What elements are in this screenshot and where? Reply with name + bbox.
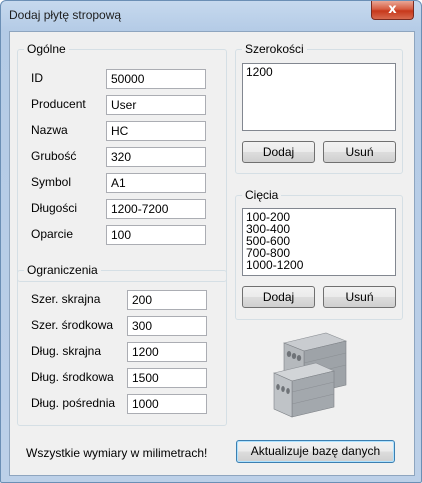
limits-group: Ograniczenia Szer. skrajna 200 Szer. śro… (17, 263, 227, 426)
cuts-add-button[interactable]: Dodaj (242, 286, 315, 308)
symbol-label: Symbol (31, 175, 72, 189)
hollow-core-slab-image (273, 332, 347, 418)
cuts-group: Cięcia 100-200 300-400 500-600 700-800 1… (235, 188, 403, 320)
id-label: ID (31, 71, 43, 85)
edge-width-field[interactable]: 200 (127, 290, 207, 310)
producer-field[interactable]: User (106, 95, 206, 115)
id-field[interactable]: 50000 (106, 69, 206, 89)
producer-label: Producent (31, 97, 86, 111)
middle-length-field[interactable]: 1500 (127, 368, 207, 388)
units-note: Wszystkie wymiary w milimetrach! (26, 446, 208, 460)
widths-add-button[interactable]: Dodaj (242, 141, 315, 163)
thickness-label: Grubość (31, 149, 77, 163)
edge-length-field[interactable]: 1200 (127, 342, 207, 362)
edge-width-label: Szer. skrajna (31, 292, 101, 306)
middle-width-field[interactable]: 300 (127, 316, 207, 336)
thickness-field[interactable]: 320 (106, 147, 206, 167)
support-label: Oparcie (31, 227, 74, 241)
intermediate-length-field[interactable]: 1000 (127, 394, 207, 414)
widths-group: Szerokości 1200 Dodaj Usuń (235, 42, 403, 174)
window-title: Dodaj płytę stropową (9, 8, 122, 22)
cuts-group-title: Cięcia (242, 188, 282, 202)
limits-group-title: Ograniczenia (24, 263, 101, 277)
name-field[interactable]: HC (106, 121, 206, 141)
edge-length-label: Dług. skrajna (31, 344, 102, 358)
general-group: Ogólne ID 50000 Producent User Nazwa HC … (17, 42, 227, 282)
widths-group-title: Szerokości (242, 42, 307, 56)
name-label: Nazwa (31, 123, 68, 137)
lengths-field[interactable]: 1200-7200 (106, 199, 206, 219)
dialog-body: Ogólne ID 50000 Producent User Nazwa HC … (9, 31, 415, 476)
title-bar: Dodaj płytę stropową x (1, 1, 421, 29)
general-group-title: Ogólne (24, 42, 69, 56)
support-field[interactable]: 100 (106, 225, 206, 245)
widths-remove-button[interactable]: Usuń (323, 141, 396, 163)
symbol-field[interactable]: A1 (106, 173, 206, 193)
intermediate-length-label: Dług. pośrednia (31, 396, 116, 410)
middle-width-label: Szer. środkowa (31, 318, 114, 332)
update-database-button[interactable]: Aktualizuje bazę danych (236, 440, 395, 463)
close-button[interactable]: x (371, 1, 414, 20)
list-item[interactable]: 1200 (246, 66, 392, 78)
cuts-list[interactable]: 100-200 300-400 500-600 700-800 1000-120… (242, 208, 396, 276)
list-item[interactable]: 1000-1200 (246, 259, 392, 271)
dialog-window: Dodaj płytę stropową x Ogólne ID 50000 P… (0, 0, 422, 483)
widths-list[interactable]: 1200 (242, 63, 396, 131)
middle-length-label: Dług. środkowa (31, 370, 114, 384)
cuts-remove-button[interactable]: Usuń (323, 286, 396, 308)
lengths-label: Długości (31, 201, 78, 215)
